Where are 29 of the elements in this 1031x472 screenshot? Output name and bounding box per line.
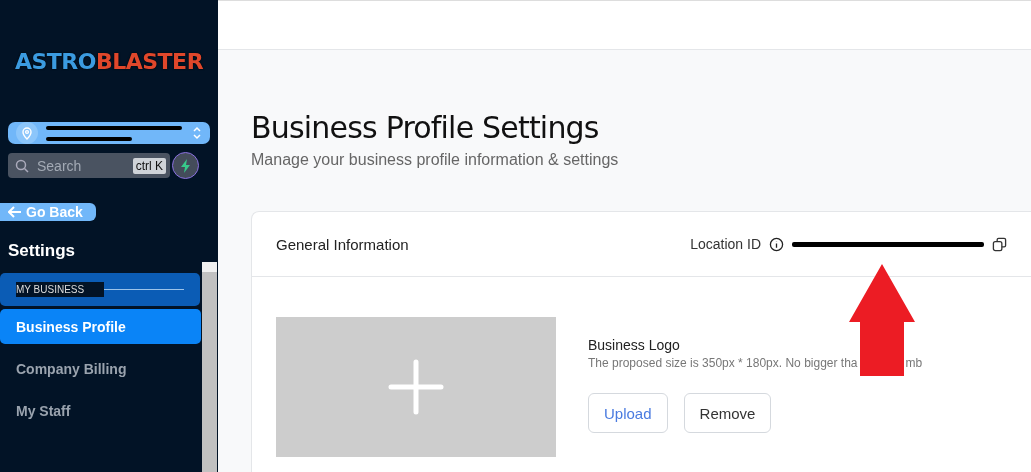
search-icon bbox=[15, 158, 29, 173]
plus-icon bbox=[388, 359, 444, 415]
location-id-label: Location ID bbox=[690, 236, 761, 252]
search-field[interactable]: Search ctrl K bbox=[8, 153, 170, 178]
logo-hint: The proposed size is 350px * 180px. No bigger tha bbox=[588, 356, 858, 370]
nav-item[interactable]: My Staff bbox=[0, 393, 201, 428]
group-label: MY BUSINESS bbox=[16, 282, 105, 297]
section-title: Settings bbox=[8, 241, 77, 261]
shortcut-hint: ctrl K bbox=[132, 157, 166, 174]
logo-title: Business Logo bbox=[588, 337, 681, 353]
chevron-up-down-icon bbox=[192, 125, 202, 141]
location-switcher[interactable] bbox=[8, 122, 210, 144]
upload-button[interactable]: Upload bbox=[588, 393, 668, 433]
remove-button[interactable]: Remove bbox=[683, 393, 772, 433]
card-title: General Information bbox=[276, 235, 409, 253]
logo: ASTROBLASTER bbox=[13, 49, 205, 74]
logo-hint: mb bbox=[905, 356, 923, 370]
info-icon[interactable] bbox=[769, 236, 784, 252]
left-arrow-icon bbox=[8, 206, 22, 218]
copy-icon[interactable] bbox=[992, 236, 1007, 252]
lightning-icon bbox=[179, 158, 192, 173]
location-pin-icon bbox=[16, 122, 38, 144]
page-subtitle: Manage your business profile information & settings bbox=[251, 151, 620, 169]
nav-item[interactable]: Company Billing bbox=[0, 351, 201, 386]
lightning-button[interactable] bbox=[172, 152, 199, 179]
nav-item[interactable]: Business Profile bbox=[0, 309, 201, 344]
search-input[interactable]: Search bbox=[35, 156, 127, 175]
scrollbar[interactable] bbox=[202, 262, 217, 472]
page-title: Business Profile Settings bbox=[251, 110, 600, 145]
